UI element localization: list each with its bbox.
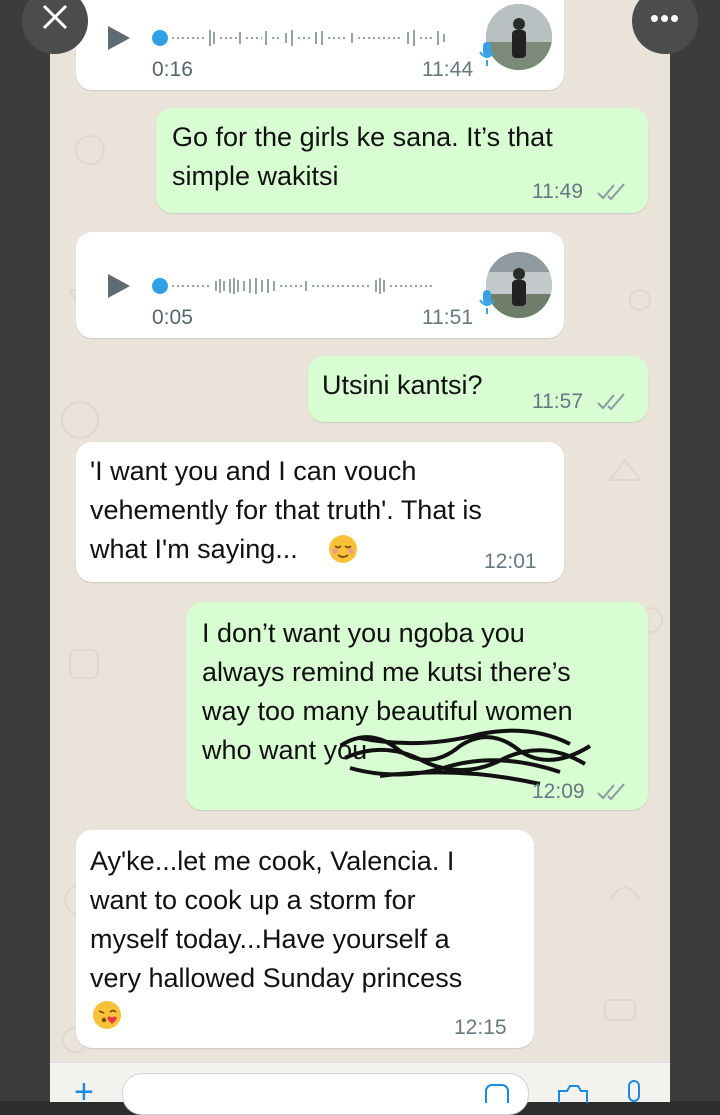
message-time: 11:49 bbox=[532, 180, 583, 203]
close-icon bbox=[42, 4, 68, 30]
mic-icon[interactable] bbox=[624, 1079, 644, 1103]
voice-message-2[interactable]: 0:05 11:51 bbox=[76, 232, 564, 338]
message-text: Ay'ke...let me cook, Valencia. I want to… bbox=[90, 846, 463, 993]
camera-icon[interactable] bbox=[556, 1083, 590, 1103]
right-frame bbox=[670, 0, 720, 1101]
message-time: 12:01 bbox=[484, 550, 537, 573]
close-button[interactable] bbox=[22, 0, 88, 54]
composer-bar: + bbox=[50, 1062, 670, 1115]
voice-duration: 0:16 bbox=[152, 58, 193, 81]
outgoing-message[interactable]: Utsini kantsi? 11:57 bbox=[308, 356, 648, 422]
outgoing-message[interactable]: I don’t want you ngoba you always remind… bbox=[186, 602, 648, 810]
voice-duration: 0:05 bbox=[152, 306, 193, 329]
voice-progress-dot[interactable] bbox=[152, 30, 168, 46]
chat-area: 0:16 11:44 Go for the girls ke sana. It’… bbox=[50, 0, 670, 1101]
redaction-scribble bbox=[340, 728, 592, 786]
read-ticks-icon bbox=[597, 183, 625, 201]
message-time: 11:57 bbox=[532, 390, 583, 413]
message-input[interactable] bbox=[122, 1073, 529, 1115]
mic-icon bbox=[479, 42, 495, 66]
sticker-icon[interactable] bbox=[484, 1083, 512, 1103]
voice-message-1[interactable]: 0:16 11:44 bbox=[76, 0, 564, 90]
outgoing-message[interactable]: Go for the girls ke sana. It’s that simp… bbox=[156, 108, 648, 213]
mic-icon bbox=[479, 290, 495, 314]
play-icon[interactable] bbox=[108, 274, 130, 298]
left-frame bbox=[0, 0, 50, 1101]
message-time: 11:44 bbox=[422, 58, 473, 81]
play-icon[interactable] bbox=[108, 26, 130, 50]
voice-progress-dot[interactable] bbox=[152, 278, 168, 294]
face-blowing-kiss-emoji bbox=[93, 1001, 121, 1029]
message-time: 12:09 bbox=[532, 780, 585, 803]
incoming-message[interactable]: Ay'ke...let me cook, Valencia. I want to… bbox=[76, 830, 534, 1048]
message-time: 12:15 bbox=[454, 1016, 507, 1039]
waveform bbox=[172, 30, 445, 46]
read-ticks-icon bbox=[597, 783, 625, 801]
read-ticks-icon bbox=[597, 393, 625, 411]
message-time: 11:51 bbox=[422, 306, 473, 329]
waveform bbox=[172, 278, 432, 294]
relieved-face-emoji bbox=[329, 535, 357, 563]
plus-icon[interactable]: + bbox=[74, 1075, 94, 1109]
message-text: Utsini kantsi? bbox=[322, 370, 483, 400]
incoming-message[interactable]: 'I want you and I can vouch vehemently f… bbox=[76, 442, 564, 582]
